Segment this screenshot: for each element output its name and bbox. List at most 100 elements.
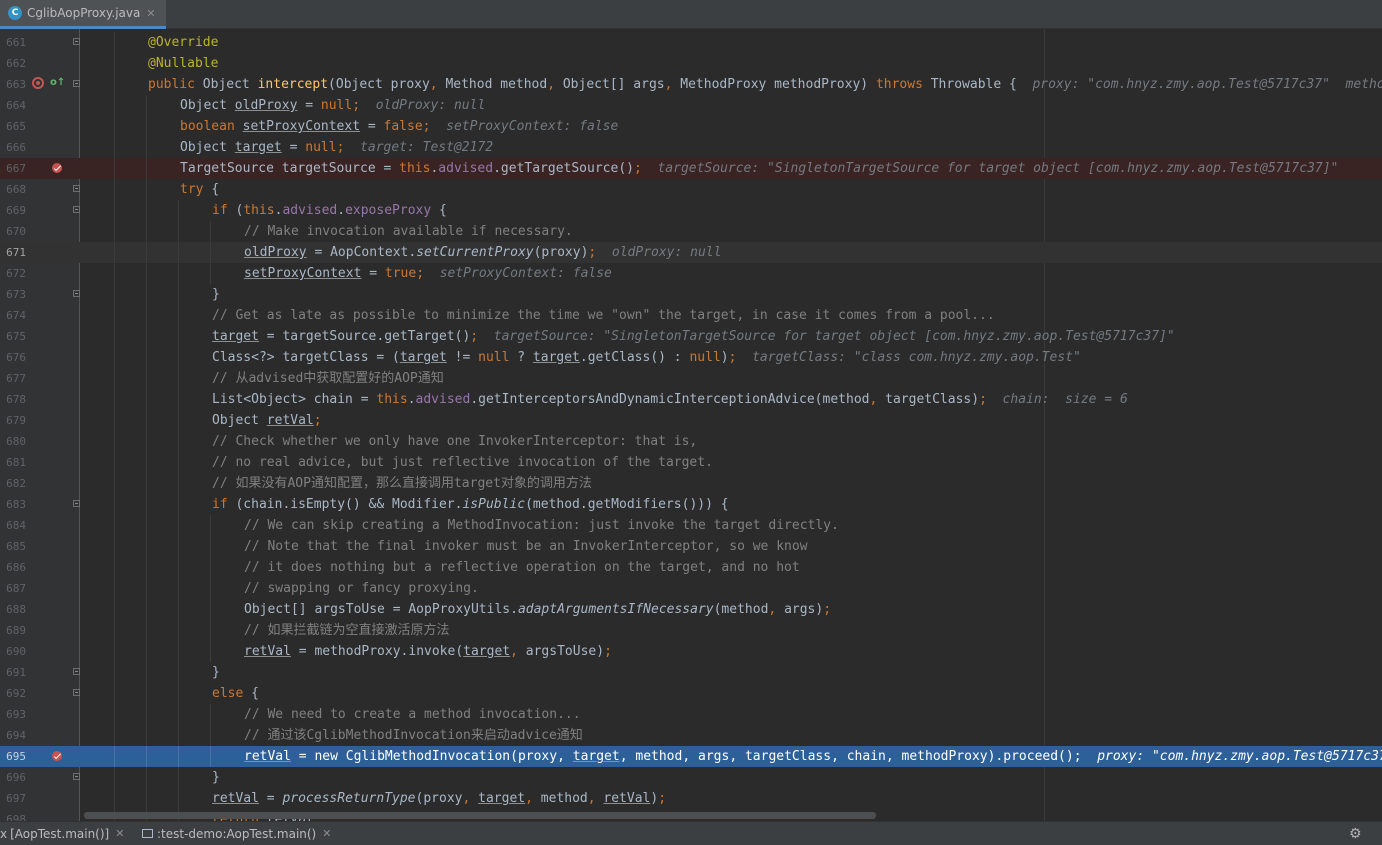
code-text[interactable]: retVal = new CglibMethodInvocation(proxy… bbox=[244, 746, 1382, 767]
code-line[interactable]: 696} bbox=[0, 767, 1382, 788]
code-line[interactable]: 689 // 如果拦截链为空直接激活原方法 bbox=[0, 620, 1382, 641]
code-line[interactable]: 687 // swapping or fancy proxying. bbox=[0, 578, 1382, 599]
fold-toggle-icon[interactable] bbox=[73, 500, 80, 507]
line-number[interactable]: 670 bbox=[0, 221, 26, 242]
code-line[interactable]: 686 // it does nothing but a reflective o… bbox=[0, 557, 1382, 578]
code-line[interactable]: 680 // Check whether we only have one Inv… bbox=[0, 431, 1382, 452]
code-line[interactable]: 692 else { bbox=[0, 683, 1382, 704]
fold-toggle-icon[interactable] bbox=[73, 773, 80, 780]
code-line[interactable]: 682 // 如果没有AOP通知配置，那么直接调用target对象的调用方法 bbox=[0, 473, 1382, 494]
code-text[interactable]: } bbox=[212, 767, 220, 788]
code-line[interactable]: 673} bbox=[0, 284, 1382, 305]
code-text[interactable]: // it does nothing but a reflective oper… bbox=[244, 557, 800, 578]
line-number[interactable]: 680 bbox=[0, 431, 26, 452]
breakpoint-icon[interactable] bbox=[52, 751, 62, 761]
code-line[interactable]: 663 o↑ public Object intercept(Object prox… bbox=[0, 74, 1382, 95]
code-line[interactable]: 679 Object retVal; bbox=[0, 410, 1382, 431]
line-number[interactable]: 692 bbox=[0, 683, 26, 704]
line-number[interactable]: 663 bbox=[0, 74, 26, 95]
line-number[interactable]: 666 bbox=[0, 137, 26, 158]
code-text[interactable]: // 从advised中获取配置好的AOP通知 bbox=[212, 368, 444, 389]
code-line[interactable]: 677 // 从advised中获取配置好的AOP通知 bbox=[0, 368, 1382, 389]
code-line[interactable]: 670 // Make invocation available if neces… bbox=[0, 221, 1382, 242]
code-line[interactable]: 685 // Note that the final invoker must b… bbox=[0, 536, 1382, 557]
line-number[interactable]: 664 bbox=[0, 95, 26, 116]
line-number[interactable]: 684 bbox=[0, 515, 26, 536]
line-number[interactable]: 696 bbox=[0, 767, 26, 788]
code-line[interactable]: 697 retVal = processReturnType(proxy, tar… bbox=[0, 788, 1382, 809]
fold-toggle-icon[interactable] bbox=[73, 290, 80, 297]
tab-cglibaopproxy[interactable]: C CglibAopProxy.java ✕ bbox=[0, 0, 166, 29]
fold-toggle-icon[interactable] bbox=[73, 38, 80, 45]
code-line[interactable]: 667 TargetSource targetSource = this.advi… bbox=[0, 158, 1382, 179]
code-line[interactable]: 661 @Override bbox=[0, 32, 1382, 53]
code-text[interactable]: // We can skip creating a MethodInvocati… bbox=[244, 515, 839, 536]
override-method-icon[interactable]: o↑ bbox=[50, 77, 65, 89]
code-line[interactable]: 694 // 通过该CglibMethodInvocation来启动advice通… bbox=[0, 725, 1382, 746]
line-number[interactable]: 685 bbox=[0, 536, 26, 557]
line-number[interactable]: 689 bbox=[0, 620, 26, 641]
code-text[interactable]: setProxyContext = true; setProxyContext:… bbox=[244, 263, 612, 284]
breakpoint-icon[interactable] bbox=[52, 163, 62, 173]
line-number[interactable]: 671 bbox=[0, 242, 26, 263]
line-number[interactable]: 681 bbox=[0, 452, 26, 473]
code-line[interactable]: 675 target = targetSource.getTarget(); ta… bbox=[0, 326, 1382, 347]
code-text[interactable]: try { bbox=[180, 179, 219, 200]
line-number[interactable]: 695 bbox=[0, 746, 26, 767]
code-line[interactable]: 676 Class<?> targetClass = (target != nul… bbox=[0, 347, 1382, 368]
line-number[interactable]: 665 bbox=[0, 116, 26, 137]
code-line[interactable]: 688 Object[] argsToUse = AopProxyUtils.ad… bbox=[0, 599, 1382, 620]
code-line[interactable]: 664 Object oldProxy = null; oldProxy: nul… bbox=[0, 95, 1382, 116]
code-line[interactable]: 684 // We can skip creating a MethodInvoc… bbox=[0, 515, 1382, 536]
code-text[interactable]: if (chain.isEmpty() && Modifier.isPublic… bbox=[212, 494, 729, 515]
line-number[interactable]: 661 bbox=[0, 32, 26, 53]
code-text[interactable]: public Object intercept(Object proxy, Me… bbox=[148, 74, 1382, 95]
code-text[interactable]: // no real advice, but just reflective i… bbox=[212, 452, 713, 473]
code-line[interactable]: 683 if (chain.isEmpty() && Modifier.isPub… bbox=[0, 494, 1382, 515]
fold-toggle-icon[interactable] bbox=[73, 689, 80, 696]
code-text[interactable]: // Check whether we only have one Invoke… bbox=[212, 431, 697, 452]
code-text[interactable]: // We need to create a method invocation… bbox=[244, 704, 581, 725]
code-text[interactable]: Object oldProxy = null; oldProxy: null bbox=[180, 95, 485, 116]
code-text[interactable]: Object target = null; target: Test@2172 bbox=[180, 137, 493, 158]
horizontal-scrollbar[interactable] bbox=[84, 812, 876, 819]
code-text[interactable]: List<Object> chain = this.advised.getInt… bbox=[212, 389, 1128, 410]
code-text[interactable]: // 如果拦截链为空直接激活原方法 bbox=[244, 620, 449, 641]
line-number[interactable]: 675 bbox=[0, 326, 26, 347]
code-text[interactable]: Class<?> targetClass = (target != null ?… bbox=[212, 347, 1081, 368]
code-text[interactable]: // 如果没有AOP通知配置，那么直接调用target对象的调用方法 bbox=[212, 473, 592, 494]
code-line[interactable]: 690 retVal = methodProxy.invoke(target, a… bbox=[0, 641, 1382, 662]
code-text[interactable]: else { bbox=[212, 683, 259, 704]
code-text[interactable]: } bbox=[212, 662, 220, 683]
line-number[interactable]: 672 bbox=[0, 263, 26, 284]
code-line[interactable]: 678 List<Object> chain = this.advised.get… bbox=[0, 389, 1382, 410]
close-icon[interactable]: ✕ bbox=[322, 827, 331, 840]
line-number[interactable]: 676 bbox=[0, 347, 26, 368]
code-editor[interactable]: 661 @Override 662 @Nullable 663 o↑ public Obje… bbox=[0, 29, 1382, 821]
code-text[interactable]: @Nullable bbox=[148, 53, 218, 74]
line-number[interactable]: 698 bbox=[0, 809, 26, 821]
fold-toggle-icon[interactable] bbox=[73, 206, 80, 213]
line-number[interactable]: 668 bbox=[0, 179, 26, 200]
code-line[interactable]: 681 // no real advice, but just reflectiv… bbox=[0, 452, 1382, 473]
code-line[interactable]: 669 if (this.advised.exposeProxy { bbox=[0, 200, 1382, 221]
line-number[interactable]: 687 bbox=[0, 578, 26, 599]
code-line[interactable]: 695 retVal = new CglibMethodInvocation(pr… bbox=[0, 746, 1382, 767]
code-text[interactable]: oldProxy = AopContext.setCurrentProxy(pr… bbox=[244, 242, 721, 263]
code-text[interactable]: // swapping or fancy proxying. bbox=[244, 578, 479, 599]
code-text[interactable]: // Note that the final invoker must be a… bbox=[244, 536, 808, 557]
code-text[interactable]: // Get as late as possible to minimize t… bbox=[212, 305, 995, 326]
code-text[interactable]: TargetSource targetSource = this.advised… bbox=[180, 158, 1338, 179]
code-text[interactable]: boolean setProxyContext = false; setProx… bbox=[180, 116, 618, 137]
code-text[interactable]: Object[] argsToUse = AopProxyUtils.adapt… bbox=[244, 599, 831, 620]
code-line[interactable]: 672 setProxyContext = true; setProxyConte… bbox=[0, 263, 1382, 284]
line-number[interactable]: 673 bbox=[0, 284, 26, 305]
line-number[interactable]: 682 bbox=[0, 473, 26, 494]
line-number[interactable]: 691 bbox=[0, 662, 26, 683]
code-text[interactable]: retVal = processReturnType(proxy, target… bbox=[212, 788, 666, 809]
code-text[interactable]: if (this.advised.exposeProxy { bbox=[212, 200, 447, 221]
code-text[interactable]: Object retVal; bbox=[212, 410, 322, 431]
fold-toggle-icon[interactable] bbox=[73, 80, 80, 87]
code-text[interactable]: // Make invocation available if necessar… bbox=[244, 221, 573, 242]
code-text[interactable]: @Override bbox=[148, 32, 218, 53]
